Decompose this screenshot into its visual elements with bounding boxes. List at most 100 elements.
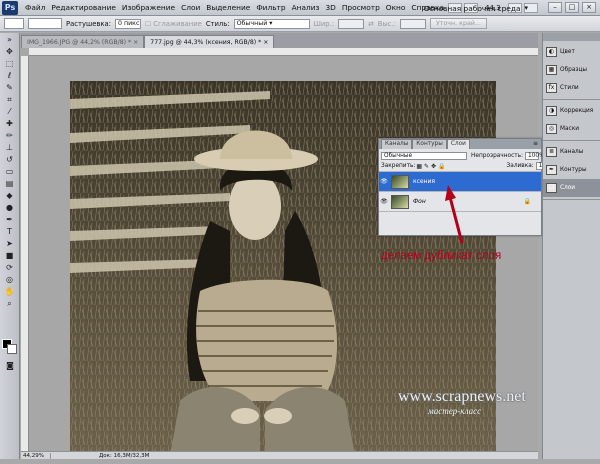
- document-tabs: IMG_1966.JPG @ 44,2% (RGB/8) * × 777.jpg…: [21, 33, 538, 48]
- menu-file[interactable]: Файл: [22, 3, 48, 12]
- swap-icon[interactable]: ⇄: [368, 20, 374, 28]
- type-tool-icon[interactable]: T: [3, 226, 17, 237]
- hand-tool-icon[interactable]: ✋: [3, 286, 17, 297]
- quick-select-tool-icon[interactable]: ✎: [3, 82, 17, 93]
- lock-pixels-icon[interactable]: ✎: [424, 163, 429, 170]
- style-select[interactable]: Обычный ▾: [233, 18, 310, 29]
- brush-tool-icon[interactable]: ✏: [3, 130, 17, 141]
- zoom-tool-icon[interactable]: ⌕: [3, 298, 17, 309]
- menu-window[interactable]: Окно: [383, 3, 409, 12]
- background-color-swatch[interactable]: [7, 344, 17, 354]
- eyedropper-tool-icon[interactable]: ⁄: [3, 106, 17, 117]
- status-doc-info: Док: 16,3M/32,3M: [99, 452, 150, 459]
- styles-icon: fx: [546, 83, 557, 93]
- marquee-tool-icon[interactable]: ⬚: [3, 58, 17, 69]
- dock-item-styles[interactable]: fx Стили: [543, 79, 600, 97]
- panel-menu-icon[interactable]: ≡: [533, 140, 538, 147]
- eraser-tool-icon[interactable]: ▭: [3, 166, 17, 177]
- menu-view[interactable]: Просмотр: [339, 3, 383, 12]
- history-brush-tool-icon[interactable]: ↺: [3, 154, 17, 165]
- dock-item-adjustments[interactable]: ◑ Коррекция: [543, 102, 600, 120]
- dodge-tool-icon[interactable]: ●: [3, 202, 17, 213]
- 3d-rotate-tool-icon[interactable]: ⟳: [3, 262, 17, 273]
- layer-thumbnail: [391, 194, 409, 209]
- width-input[interactable]: [338, 18, 365, 29]
- blend-mode-select[interactable]: Обычные: [381, 152, 468, 160]
- clone-stamp-tool-icon[interactable]: ⊥: [3, 142, 17, 153]
- dock-item-label: Слои: [560, 185, 576, 191]
- status-bar: 44,29% Док: 16,3M/32,3M: [21, 451, 538, 459]
- lock-position-icon[interactable]: ✥: [431, 163, 436, 170]
- dock-item-label: Коррекция: [560, 108, 594, 114]
- lasso-tool-icon[interactable]: ℓ: [3, 70, 17, 81]
- dock-item-channels[interactable]: ≣ Каналы: [543, 143, 600, 161]
- menu-analysis[interactable]: Анализ: [289, 3, 323, 12]
- move-tool-icon[interactable]: ✥: [3, 46, 17, 57]
- menu-bar: Ps Файл Редактирование Изображение Слои …: [0, 0, 600, 16]
- dock-collapse-bar[interactable]: [543, 33, 600, 41]
- healing-brush-tool-icon[interactable]: ✚: [3, 118, 17, 129]
- blur-tool-icon[interactable]: ◆: [3, 190, 17, 201]
- height-input[interactable]: [399, 18, 426, 29]
- workspace-label: Основная рабочая среда: [423, 3, 521, 13]
- dock-group-layers: ≣ Каналы ✒ Контуры ❐ Слои: [543, 141, 600, 200]
- ruler-horizontal[interactable]: [29, 48, 538, 56]
- visibility-eye-icon[interactable]: 👁: [379, 198, 389, 205]
- selection-mode-buttons[interactable]: [28, 18, 62, 29]
- style-label: Стиль:: [205, 19, 230, 28]
- menu-3d[interactable]: 3D: [322, 3, 338, 12]
- photoshop-logo-icon: Ps: [2, 0, 18, 15]
- maximize-button[interactable]: □: [565, 2, 579, 13]
- dock-item-paths[interactable]: ✒ Контуры: [543, 161, 600, 179]
- tool-preset-picker[interactable]: [4, 18, 24, 29]
- dock-item-label: Контуры: [560, 167, 587, 173]
- menu-filter[interactable]: Фильтр: [253, 3, 288, 12]
- tab-layers[interactable]: Слои: [446, 139, 470, 149]
- dock-item-label: Образцы: [560, 67, 587, 73]
- tab-paths[interactable]: Контуры: [412, 139, 447, 149]
- dock-item-swatches[interactable]: ▦ Образцы: [543, 61, 600, 79]
- dock-item-color[interactable]: ◐ Цвет: [543, 43, 600, 61]
- ruler-vertical[interactable]: [21, 56, 29, 451]
- lock-all-icon[interactable]: 🔒: [438, 163, 445, 170]
- quick-mask-icon[interactable]: ◙: [3, 360, 17, 371]
- path-select-tool-icon[interactable]: ➤: [3, 238, 17, 249]
- lock-label: Закрепить:: [381, 163, 416, 169]
- feather-input[interactable]: 0 пикс: [114, 18, 141, 29]
- tab-channels[interactable]: Каналы: [381, 139, 413, 149]
- menu-edit[interactable]: Редактирование: [48, 3, 119, 12]
- panel-collapse-icon[interactable]: »: [3, 34, 17, 45]
- crop-tool-icon[interactable]: ⌗: [3, 94, 17, 105]
- gradient-tool-icon[interactable]: ▤: [3, 178, 17, 189]
- document-tab-img1966[interactable]: IMG_1966.JPG @ 44,2% (RGB/8) * ×: [21, 35, 145, 48]
- antialias-checkbox[interactable]: ☐ Сглаживание: [145, 20, 202, 28]
- watermark-subtitle: мастер-класс: [428, 406, 482, 416]
- status-zoom[interactable]: 44,29%: [21, 452, 51, 459]
- visibility-eye-icon[interactable]: 👁: [379, 178, 389, 185]
- pen-tool-icon[interactable]: ✒: [3, 214, 17, 225]
- tools-panel: » ✥ ⬚ ℓ ✎ ⌗ ⁄ ✚ ✏ ⊥ ↺ ▭ ▤ ◆ ● ✒ T ➤ ■ ⟳ …: [0, 33, 20, 459]
- menu-select[interactable]: Выделение: [203, 3, 253, 12]
- document-tab-777[interactable]: 777.jpg @ 44,3% (ксения, RGB/8) * ×: [144, 35, 275, 48]
- layer-name[interactable]: Фон: [413, 198, 426, 205]
- shape-tool-icon[interactable]: ■: [3, 250, 17, 261]
- dock-group-color: ◐ Цвет ▦ Образцы fx Стили: [543, 41, 600, 100]
- opacity-input[interactable]: 100%: [525, 152, 545, 160]
- layers-icon: ❐: [546, 183, 557, 193]
- document-tab-label: IMG_1966.JPG @ 44,2% (RGB/8) *: [27, 39, 132, 46]
- dock-item-label: Стили: [560, 85, 579, 91]
- channels-icon: ≣: [546, 147, 557, 157]
- menu-image[interactable]: Изображение: [119, 3, 178, 12]
- color-wheel-icon: ◐: [546, 47, 557, 57]
- close-button[interactable]: ×: [582, 2, 596, 13]
- layer-name[interactable]: ксения: [413, 178, 435, 185]
- dock-item-masks[interactable]: ◎ Маски: [543, 120, 600, 138]
- lock-transparency-icon[interactable]: ▦: [416, 163, 422, 170]
- refine-edge-button[interactable]: Уточн. край...: [429, 18, 487, 29]
- 3d-orbit-tool-icon[interactable]: ◎: [3, 274, 17, 285]
- lock-row: Закрепить: ▦ ✎ ✥ 🔒 Заливка: 100%: [379, 161, 555, 171]
- menu-layers[interactable]: Слои: [178, 3, 203, 12]
- minimize-button[interactable]: –: [548, 2, 562, 13]
- dock-item-layers[interactable]: ❐ Слои: [543, 179, 600, 197]
- workspace-switcher[interactable]: Основная рабочая среда: [418, 2, 534, 14]
